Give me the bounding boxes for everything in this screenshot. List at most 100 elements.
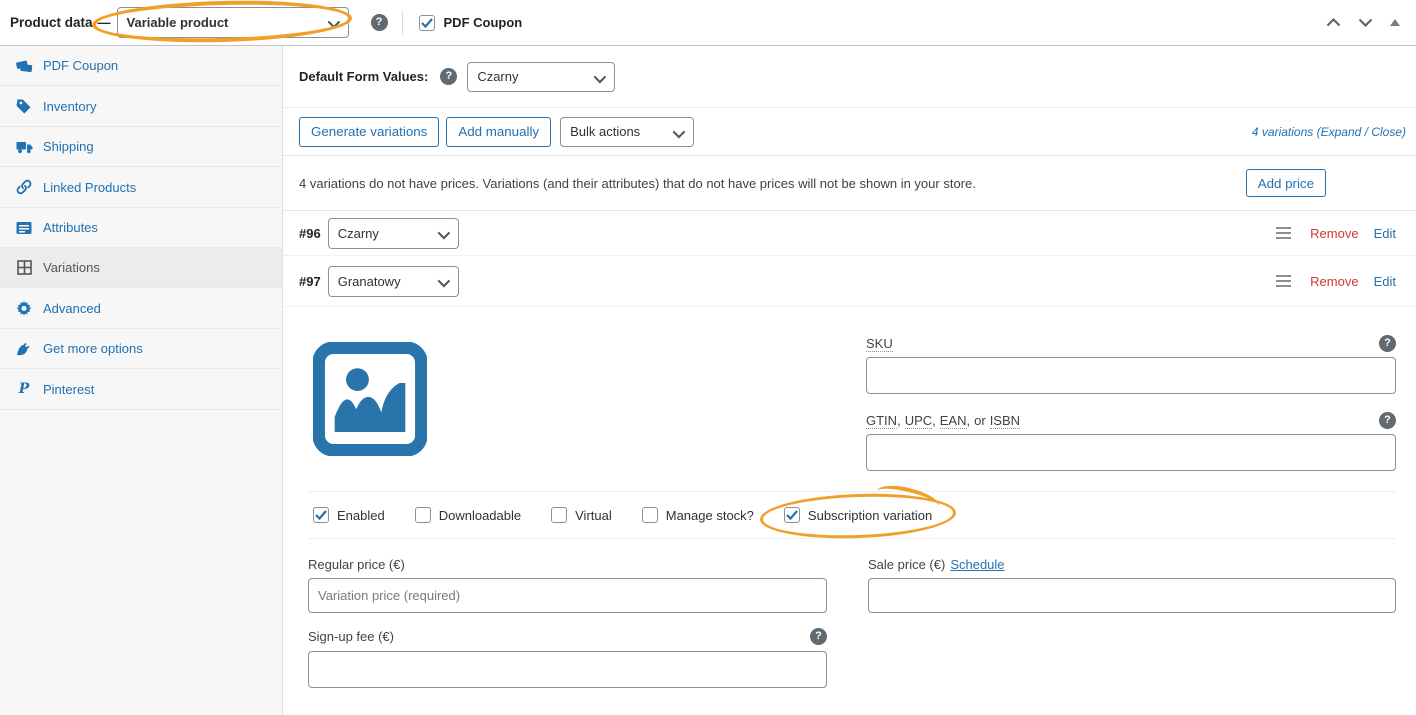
tab-label: Inventory bbox=[43, 98, 97, 114]
tab-get-more-options[interactable]: Get more options bbox=[0, 329, 282, 369]
no-prices-notice: 4 variations do not have prices. Variati… bbox=[283, 156, 1416, 211]
close-link[interactable]: Close bbox=[1371, 125, 1402, 139]
product-data-metabox: Product data — Variable product PDF Coup… bbox=[0, 0, 1416, 715]
add-price-button[interactable]: Add price bbox=[1245, 169, 1326, 197]
sku-label-row: SKU bbox=[866, 335, 1396, 352]
gtin-label-row: GTIN, UPC, EAN, or ISBN bbox=[866, 412, 1396, 429]
pdf-coupon-checkbox[interactable] bbox=[418, 14, 435, 31]
enabled-option: Enabled bbox=[313, 507, 385, 523]
sku-input[interactable] bbox=[866, 357, 1396, 394]
variation-options-row: Enabled Downloadable Virtual Manage stoc… bbox=[308, 480, 1396, 542]
enabled-checkbox[interactable] bbox=[313, 507, 329, 523]
variations-summary: 4 variations (Expand / Close) bbox=[1252, 125, 1406, 139]
variation-row-97: #97 Granatowy Remove Edit bbox=[283, 256, 1416, 307]
sku-label: SKU bbox=[866, 335, 893, 352]
tab-variations[interactable]: Variations bbox=[0, 248, 282, 288]
downloadable-checkbox[interactable] bbox=[414, 507, 431, 523]
variation-detail: SKU GTIN,UPC,EAN,orISBN E bbox=[283, 307, 1416, 688]
bulk-actions-value: Bulk actions bbox=[570, 124, 641, 139]
metabox-body: PDF Coupon Inventory Shipping Linked Pro… bbox=[0, 46, 1416, 715]
help-icon[interactable] bbox=[1379, 412, 1396, 429]
remove-link[interactable]: Remove bbox=[1310, 274, 1358, 289]
check-icon bbox=[786, 510, 798, 520]
variation-row-96: #96 Czarny Remove Edit bbox=[283, 211, 1416, 256]
tab-pinterest[interactable]: P Pinterest bbox=[0, 369, 282, 410]
generate-variations-button[interactable]: Generate variations bbox=[299, 116, 440, 147]
grid-icon bbox=[14, 260, 34, 275]
subscription-variation-option: Subscription variation bbox=[759, 480, 957, 542]
variation-id: #96 bbox=[299, 225, 321, 241]
regular-price-column: Regular price (€) Sign-up fee (€) bbox=[308, 557, 827, 688]
help-icon[interactable] bbox=[370, 14, 388, 31]
subscription-variation-label[interactable]: Subscription variation bbox=[808, 508, 932, 523]
enabled-label[interactable]: Enabled bbox=[337, 508, 385, 523]
variation-attribute-value: Granatowy bbox=[337, 273, 401, 289]
sku-column: SKU GTIN,UPC,EAN,orISBN bbox=[866, 335, 1396, 471]
pdf-coupon-label: PDF Coupon bbox=[443, 15, 523, 30]
tab-advanced[interactable]: Advanced bbox=[0, 288, 282, 329]
gtin-input[interactable] bbox=[866, 434, 1396, 471]
regular-price-label-row: Regular price (€) bbox=[308, 557, 827, 572]
variation-id: #97 bbox=[299, 273, 321, 289]
add-manually-button[interactable]: Add manually bbox=[446, 116, 552, 147]
sale-price-label-row: Sale price (€) Schedule bbox=[868, 557, 1396, 572]
truck-icon bbox=[14, 140, 34, 154]
signup-fee-input[interactable] bbox=[308, 651, 827, 688]
variation-actions: Remove Edit bbox=[1276, 273, 1396, 289]
help-icon[interactable] bbox=[1379, 335, 1396, 352]
default-form-value-select[interactable]: Czarny bbox=[467, 61, 616, 92]
regular-price-input[interactable] bbox=[308, 578, 827, 613]
pinterest-icon: P bbox=[18, 381, 30, 397]
sale-price-label: Sale price (€) bbox=[868, 557, 946, 572]
tab-label: Variations bbox=[43, 260, 100, 275]
default-form-values-label: Default Form Values: bbox=[299, 69, 429, 84]
drag-handle-icon[interactable] bbox=[1276, 273, 1292, 289]
tickets-icon bbox=[14, 58, 34, 73]
help-icon[interactable] bbox=[440, 68, 458, 85]
tab-attributes[interactable]: Attributes bbox=[0, 208, 282, 248]
downloadable-option: Downloadable bbox=[414, 507, 521, 523]
manage-stock-checkbox[interactable] bbox=[641, 507, 658, 523]
notice-text: 4 variations do not have prices. Variati… bbox=[299, 175, 976, 191]
tab-linked-products[interactable]: Linked Products bbox=[0, 167, 282, 208]
metabox-header: Product data — Variable product PDF Coup… bbox=[0, 0, 1416, 46]
schedule-link[interactable]: Schedule bbox=[950, 557, 1004, 572]
variation-attribute-select[interactable]: Granatowy bbox=[327, 265, 459, 297]
gear-icon bbox=[14, 300, 34, 316]
title-dash: — bbox=[97, 15, 111, 30]
virtual-option: Virtual bbox=[551, 507, 612, 523]
signup-fee-label-row: Sign-up fee (€) bbox=[308, 628, 827, 645]
subscription-variation-checkbox[interactable] bbox=[783, 507, 800, 523]
edit-link[interactable]: Edit bbox=[1374, 274, 1396, 289]
summary-suffix: ) bbox=[1402, 124, 1406, 139]
virtual-checkbox[interactable] bbox=[551, 507, 568, 523]
gtin-label: GTIN, UPC, EAN, or ISBN bbox=[866, 413, 1021, 429]
plug-icon bbox=[14, 341, 34, 356]
tab-label: Shipping bbox=[43, 139, 94, 154]
move-up-icon[interactable] bbox=[1326, 18, 1341, 27]
toggle-panel-icon[interactable] bbox=[1390, 19, 1400, 26]
expand-link[interactable]: Expand bbox=[1321, 125, 1362, 139]
product-type-select[interactable]: Variable product bbox=[116, 7, 349, 38]
tab-label: Advanced bbox=[43, 300, 101, 316]
sale-price-input[interactable] bbox=[868, 578, 1396, 613]
tab-inventory[interactable]: Inventory bbox=[0, 86, 282, 127]
drag-handle-icon[interactable] bbox=[1276, 225, 1292, 241]
remove-link[interactable]: Remove bbox=[1310, 226, 1358, 241]
move-down-icon[interactable] bbox=[1358, 18, 1373, 27]
tab-pdf-coupon[interactable]: PDF Coupon bbox=[0, 46, 282, 86]
help-icon[interactable] bbox=[810, 628, 827, 645]
variation-attribute-select[interactable]: Czarny bbox=[327, 217, 459, 249]
check-icon bbox=[420, 17, 433, 28]
manage-stock-label[interactable]: Manage stock? bbox=[666, 508, 754, 523]
variation-image-placeholder-icon[interactable] bbox=[313, 342, 427, 456]
downloadable-label[interactable]: Downloadable bbox=[439, 508, 521, 523]
tab-shipping[interactable]: Shipping bbox=[0, 127, 282, 167]
default-form-values-row: Default Form Values: Czarny bbox=[283, 46, 1416, 108]
edit-link[interactable]: Edit bbox=[1374, 226, 1396, 241]
tab-label: Attributes bbox=[43, 220, 98, 235]
default-form-value: Czarny bbox=[477, 69, 519, 84]
metabox-controls bbox=[1326, 18, 1404, 27]
bulk-actions-select[interactable]: Bulk actions bbox=[560, 116, 695, 147]
virtual-label[interactable]: Virtual bbox=[575, 508, 612, 523]
